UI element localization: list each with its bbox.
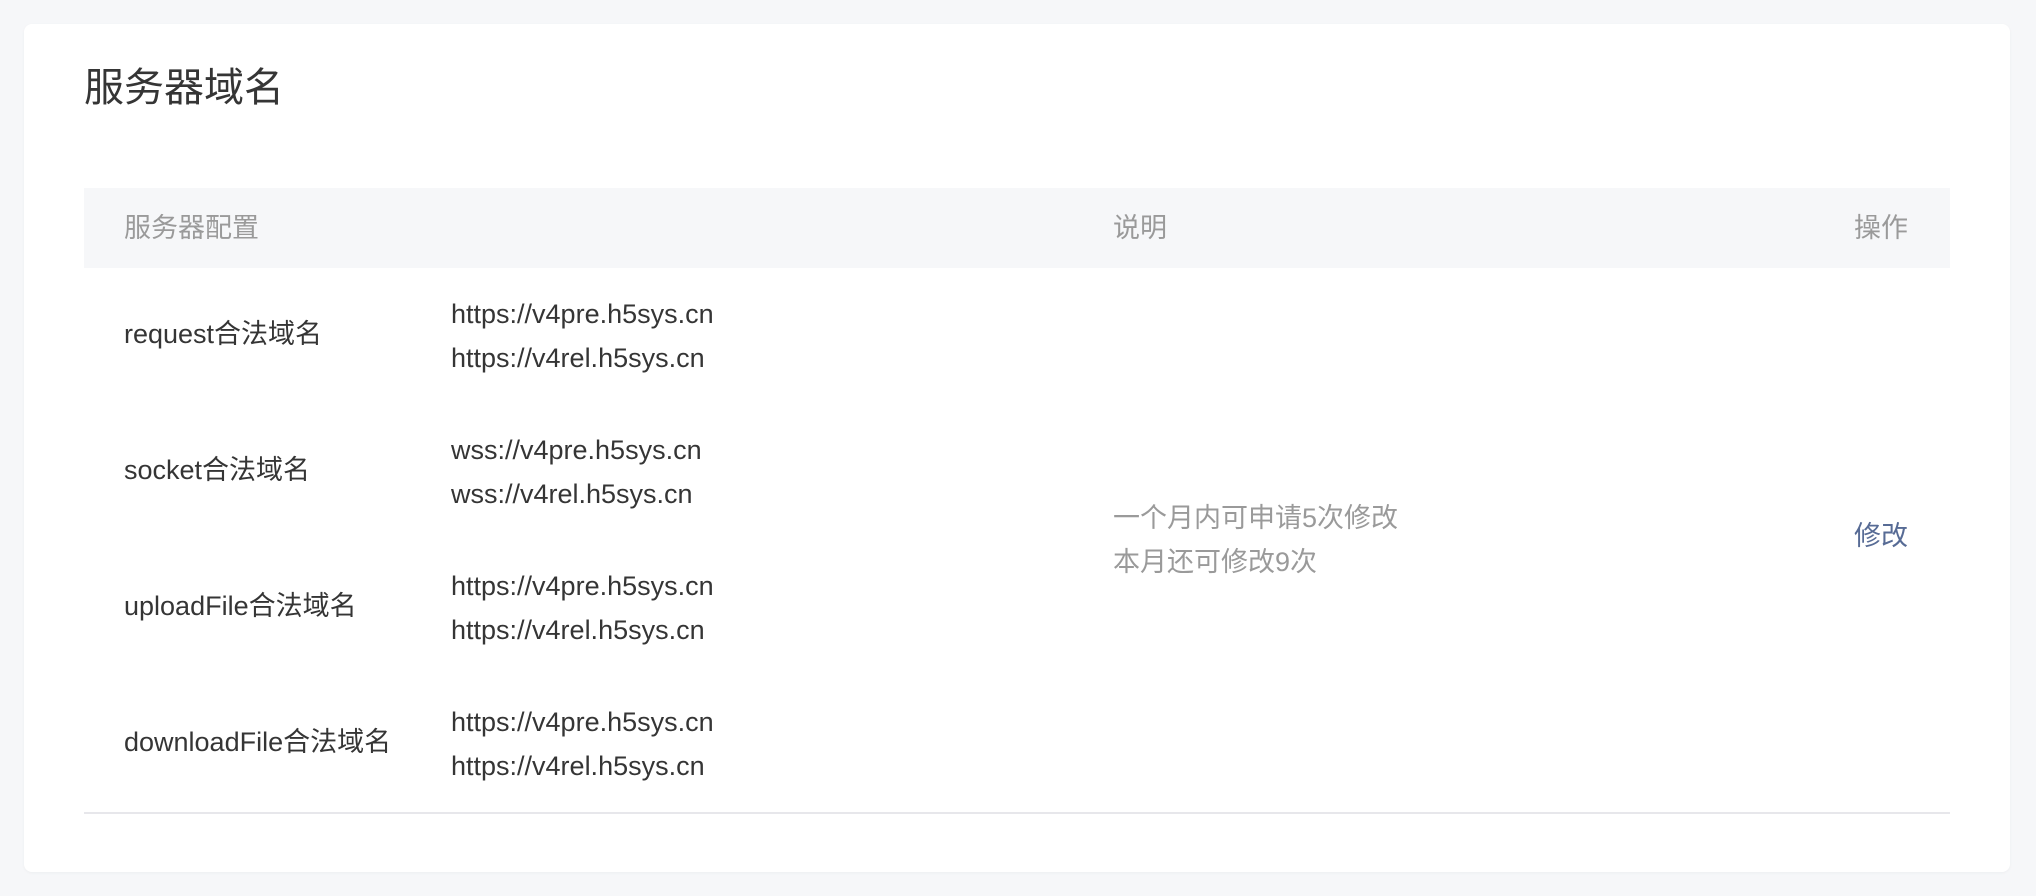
page-title: 服务器域名	[84, 66, 284, 110]
header-description: 说明	[1113, 213, 1167, 243]
row-label-socket: socket合法域名	[124, 455, 311, 485]
description-line-remaining: 本月还可修改9次	[1113, 547, 1318, 577]
row-label-upload-file: uploadFile合法域名	[124, 591, 357, 621]
table-row-upload-file: uploadFile合法域名 https://v4pre.h5sys.cn ht…	[84, 540, 1044, 676]
row-urls-request: https://v4pre.h5sys.cn https://v4rel.h5s…	[451, 292, 714, 380]
table-header: 服务器配置 说明 操作	[84, 188, 1950, 268]
table-row-download-file: downloadFile合法域名 https://v4pre.h5sys.cn …	[84, 676, 1044, 812]
domain-url: https://v4rel.h5sys.cn	[451, 751, 705, 781]
header-operation: 操作	[1854, 213, 1908, 243]
server-domain-table: 服务器配置 说明 操作 request合法域名 https://v4pre.h5…	[84, 188, 1950, 814]
row-label-download-file: downloadFile合法域名	[124, 727, 392, 757]
domain-url: https://v4pre.h5sys.cn	[451, 571, 714, 601]
row-urls-socket: wss://v4pre.h5sys.cn wss://v4rel.h5sys.c…	[451, 428, 702, 516]
header-server-config: 服务器配置	[124, 213, 259, 243]
modify-quota-description: 一个月内可申请5次修改 本月还可修改9次	[1113, 496, 1398, 584]
row-label-request: request合法域名	[124, 319, 323, 349]
domain-url: https://v4pre.h5sys.cn	[451, 299, 714, 329]
table-row-socket: socket合法域名 wss://v4pre.h5sys.cn wss://v4…	[84, 404, 1044, 540]
domain-url: https://v4rel.h5sys.cn	[451, 343, 705, 373]
modify-link[interactable]: 修改	[1854, 520, 1908, 552]
server-domain-card: 服务器域名 服务器配置 说明 操作 request合法域名 https://v4…	[24, 24, 2010, 872]
table-row-request: request合法域名 https://v4pre.h5sys.cn https…	[84, 268, 1044, 404]
domain-url: https://v4rel.h5sys.cn	[451, 615, 705, 645]
domain-url: https://v4pre.h5sys.cn	[451, 707, 714, 737]
description-line-monthly-limit: 一个月内可申请5次修改	[1113, 503, 1399, 533]
row-urls-download-file: https://v4pre.h5sys.cn https://v4rel.h5s…	[451, 700, 714, 788]
table-body: request合法域名 https://v4pre.h5sys.cn https…	[84, 268, 1950, 814]
domain-url: wss://v4rel.h5sys.cn	[451, 479, 693, 509]
domain-url: wss://v4pre.h5sys.cn	[451, 435, 702, 465]
row-urls-upload-file: https://v4pre.h5sys.cn https://v4rel.h5s…	[451, 564, 714, 652]
